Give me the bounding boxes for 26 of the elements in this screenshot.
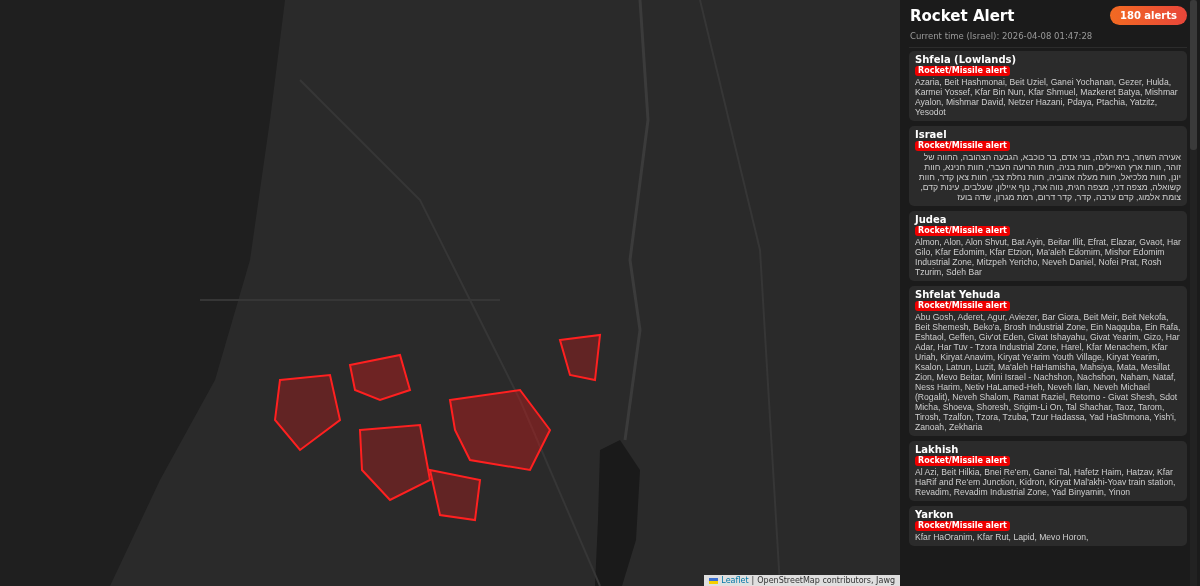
area-name: Judea xyxy=(915,214,948,225)
alert-type-tag: Rocket/Missile alert xyxy=(915,301,1010,311)
alert-type-tag: Rocket/Missile alert xyxy=(915,456,1010,466)
place-list: Abu Gosh, Aderet, Agur, Aviezer, Bar Giora, Beit Meir, Beit Nekofa, Beit Shemesh, Beko'a, Brosh Industrial Zone, Ein Naqquba, Ein Rafa, Eshtaol, Geffen, Giv'ot Eden, Givat Ishayahu, Givat Yearim, Gizo, Har Adar, Har Tuv - Tzora Industrial Zone, Harel, Kfar Menachem, Kfar Uriah, Kiryat Anavim, Kiryat Ye'arim Youth Village, Kiryat Yearim, Ksalon, Latrun, Luzit, Ma'aleh HaHamisha, Mahsiya, Mata, Mesillat Zion, Mevo Beitar, Mini Israel - Nachshon, Nachshon, Naham, Nataf, Ness Harim, Netiv HaLamed-Heh, Neveh Ilan, Neveh Michael (Rogalit), Neveh Shalom, Ramat Raziel, Retorno - Givat Shesh, Sdot Micha, Shoeva, Shoresh, Srigim-Li On, Tal Shachar, Taoz, Tarom, Tirosh, Tzalfon, Tzora, Tzuba, Tzur Hadassa, Yad HaShmona, Yish'i, Zanoah, Zekharia xyxy=(915,312,1181,432)
place-list: אעירה השחר, בית חגלה, בני אדם, בר כוכבא, הגבעה הצהובה, החווה של זוהר, חוות ארץ האיילים, חוות בניה, חוות הרועה העברי, חוות חנינא, חוות יונן, חוות מלכיאל, חוות מעלה אהוביה, חוות נחלת צבי, חוות צאן קדר, חוות קשואלה, מצפה דני, מצפה חגית, נווה ארז, נוף איילון, שעלבים, עינות קדם, צומת אלמוג, קדם ערבה, קדר, קדר דרום, רמת מגרון, שדה בועז xyxy=(915,152,1181,202)
area-name: Shfela (Lowlands) xyxy=(915,54,1018,65)
flag-icon xyxy=(709,577,719,584)
alert-type-tag: Rocket/Missile alert xyxy=(915,521,1010,531)
alert-type-tag: Rocket/Missile alert xyxy=(915,66,1010,76)
separator: | xyxy=(751,576,755,585)
scrollbar[interactable] xyxy=(1190,0,1197,586)
area-name: Shfelat Yehuda xyxy=(915,289,1002,300)
alert-type-tag: Rocket/Missile alert xyxy=(915,141,1010,151)
place-list: Almon, Alon, Alon Shvut, Bat Ayin, Beitar Illit, Efrat, Elazar, Gvaot, Har Gilo, Kfar Edomim, Kfar Etzion, Ma'aleh Edomim, Mishor Edomim Industrial Zone, Mitzpeh Yericho, Neveh Daniel, Nofei Prat, Rosh Tzurim, Sdeh Bar xyxy=(915,237,1181,277)
alert-type-tag: Rocket/Missile alert xyxy=(915,226,1010,236)
alert-count-badge: 180 alerts xyxy=(1110,6,1187,25)
place-list: Azaria, Beit Hashmonai, Beit Uziel, Ganei Yochanan, Gezer, Hulda, Karmei Yossef, Kfar Bin Nun, Kfar Shmuel, Mazkeret Batya, Mishmar Ayalon, Mishmar David, Netzer Hazani, Pdaya, Ptachia, Yatzitz, Yesodot xyxy=(915,77,1181,117)
current-time: Current time (Israel): 2026-04-08 01:47:28 xyxy=(909,25,1187,48)
attribution-text: OpenStreetMap contributors, Jawg xyxy=(757,576,895,585)
place-list: Kfar HaOranim, Kfar Rut, Lapid, Mevo Horon, xyxy=(915,532,1181,542)
panel-title: Rocket Alert xyxy=(910,6,1015,25)
attribution-link[interactable]: Leaflet xyxy=(721,576,749,585)
area-name: Israel xyxy=(915,129,948,140)
place-list: Al Azi, Beit Hilkia, Bnei Re'em, Ganei Tal, Hafetz Haim, Hatzav, Kfar HaRif and Re'em Junction, Kidron, Kiryat Mal'akhi-Yoav train station, Revadim, Revadim Industrial Zone, Yad Binyamin, Yinon xyxy=(915,467,1181,497)
area-name: Lakhish xyxy=(915,444,960,455)
area-name: Yarkon xyxy=(915,509,955,520)
